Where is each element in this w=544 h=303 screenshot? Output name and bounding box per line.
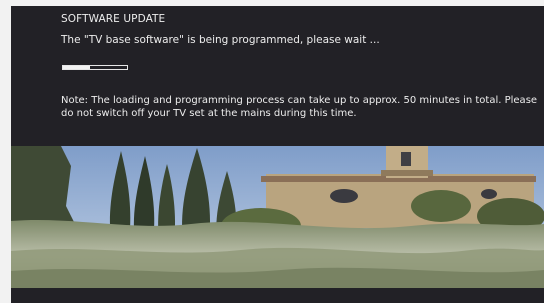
update-progress-fill	[63, 66, 90, 69]
bottom-bar	[11, 288, 544, 303]
background-landscape-image	[11, 146, 544, 288]
update-progress-bar	[62, 65, 128, 70]
dialog-title: SOFTWARE UPDATE	[61, 13, 166, 25]
tv-screen: SOFTWARE UPDATE The "TV base software" i…	[11, 6, 544, 303]
software-update-panel: SOFTWARE UPDATE The "TV base software" i…	[11, 6, 544, 146]
update-status-text: The "TV base software" is being programm…	[61, 34, 380, 46]
update-note-text: Note: The loading and programming proces…	[61, 95, 538, 119]
